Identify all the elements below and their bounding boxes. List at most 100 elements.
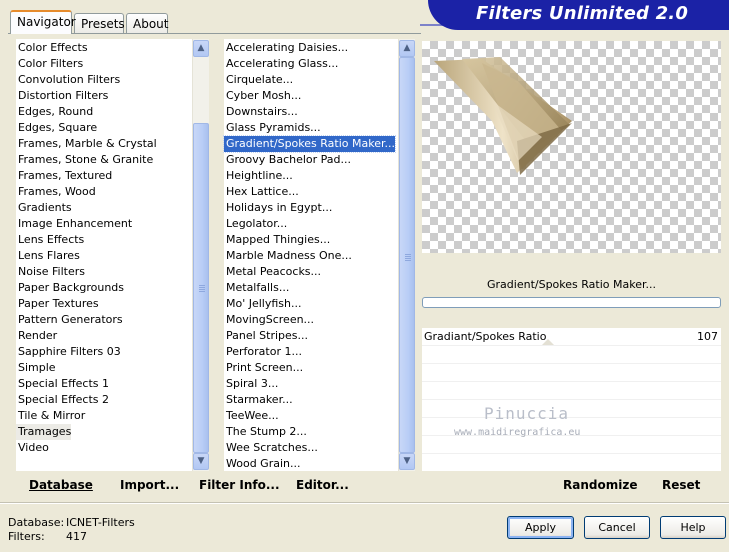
scroll-thumb[interactable] [399, 57, 415, 453]
filter-item[interactable]: Groovy Bachelor Pad... [224, 152, 351, 168]
category-item[interactable]: Lens Flares [16, 248, 80, 264]
help-label: Help [680, 521, 706, 534]
filter-item[interactable]: Heightline... [224, 168, 293, 184]
category-item[interactable]: Simple [16, 360, 56, 376]
filters-count-label: Filters: [8, 530, 45, 543]
watermark-name: Pinuccia [484, 404, 570, 423]
filter-scrollbar[interactable]: ▲ ▼ [398, 39, 415, 471]
database-status-label: Database: [8, 516, 65, 529]
filter-item[interactable]: Perforator 1... [224, 344, 302, 360]
param-row-empty [422, 382, 721, 400]
slider-marker-icon[interactable] [542, 339, 554, 345]
filter-item[interactable]: Downstairs... [224, 104, 298, 120]
filter-item[interactable]: Print Screen... [224, 360, 303, 376]
filter-item[interactable]: Metal Peacocks... [224, 264, 321, 280]
category-item[interactable]: Video [16, 440, 49, 456]
tab-presets[interactable]: Presets [74, 13, 125, 33]
filter-item[interactable]: Wee Scratches... [224, 440, 318, 456]
category-item[interactable]: Convolution Filters [16, 72, 120, 88]
cancel-label: Cancel [598, 521, 636, 534]
app-title: Filters Unlimited 2.0 [476, 3, 689, 24]
category-item[interactable]: Noise Filters [16, 264, 85, 280]
filter-item[interactable]: Wood Grain... [224, 456, 300, 472]
category-item[interactable]: Tramages [16, 424, 72, 440]
chevron-up-icon: ▲ [403, 43, 411, 53]
help-button[interactable]: Help [660, 516, 726, 539]
filter-item[interactable]: Starmaker... [224, 392, 293, 408]
category-item[interactable]: Distortion Filters [16, 88, 108, 104]
filter-item[interactable]: Cirquelate... [224, 72, 293, 88]
filter-item[interactable]: Metalfalls... [224, 280, 289, 296]
scroll-down-button[interactable]: ▼ [399, 453, 415, 470]
tab-presets-label: Presets [81, 17, 125, 31]
scroll-down-button[interactable]: ▼ [193, 453, 209, 470]
category-list[interactable]: Color Effects Color Filters Convolution Fi… [16, 39, 192, 471]
reset-button[interactable]: Reset [662, 478, 700, 492]
param-row-empty [422, 364, 721, 382]
category-item[interactable]: Frames, Stone & Granite [16, 152, 153, 168]
filter-item[interactable]: Marble Madness One... [224, 248, 352, 264]
category-item[interactable]: Frames, Wood [16, 184, 96, 200]
scroll-up-button[interactable]: ▲ [193, 40, 209, 57]
filter-item[interactable]: Cyber Mosh... [224, 88, 301, 104]
category-item[interactable]: Gradients [16, 200, 72, 216]
filter-item[interactable]: Accelerating Glass... [224, 56, 338, 72]
import-label: Import... [120, 478, 180, 492]
category-item[interactable]: Frames, Textured [16, 168, 112, 184]
category-item[interactable]: Tile & Mirror [16, 408, 85, 424]
param-label: Gradiant/Spokes Ratio [424, 330, 547, 343]
category-item[interactable]: Frames, Marble & Crystal [16, 136, 157, 152]
progress-bar [422, 297, 721, 308]
filter-item[interactable]: Panel Stripes... [224, 328, 308, 344]
chevron-up-icon: ▲ [197, 43, 205, 53]
parameter-panel: Gradiant/Spokes Ratio 107 [422, 328, 721, 471]
filter-item[interactable]: Mo' Jellyfish... [224, 296, 302, 312]
filter-item[interactable]: Spiral 3... [224, 376, 278, 392]
category-item[interactable]: Image Enhancement [16, 216, 132, 232]
filter-item[interactable]: Accelerating Daisies... [224, 40, 348, 56]
category-item[interactable]: Render [16, 328, 57, 344]
category-item[interactable]: Lens Effects [16, 232, 84, 248]
apply-button[interactable]: Apply [507, 516, 574, 539]
preview-canvas[interactable] [422, 41, 721, 253]
category-item[interactable]: Color Filters [16, 56, 83, 72]
category-scrollbar[interactable]: ▲ ▼ [192, 39, 209, 471]
filter-item[interactable]: TeeWee... [224, 408, 279, 424]
randomize-button[interactable]: Randomize [563, 478, 637, 492]
category-item[interactable]: Special Effects 1 [16, 376, 109, 392]
watermark-url: www.maidiregrafica.eu [454, 427, 581, 438]
category-item[interactable]: Special Effects 2 [16, 392, 109, 408]
category-item[interactable]: Sapphire Filters 03 [16, 344, 121, 360]
filter-item[interactable]: Holidays in Egypt... [224, 200, 332, 216]
scroll-up-button[interactable]: ▲ [399, 40, 415, 57]
filter-item[interactable]: Glass Pyramids... [224, 120, 321, 136]
filter-item[interactable]: The Stump 2... [224, 424, 307, 440]
category-item[interactable]: Paper Textures [16, 296, 99, 312]
filter-item[interactable]: MovingScreen... [224, 312, 314, 328]
filter-item[interactable]: Mapped Thingies... [224, 232, 330, 248]
tab-navigator[interactable]: Navigator [10, 10, 76, 34]
filter-item[interactable]: Gradient/Spokes Ratio Maker... [223, 135, 396, 153]
filter-item[interactable]: Legolator... [224, 216, 287, 232]
scroll-thumb[interactable] [193, 123, 209, 453]
tab-about[interactable]: About [126, 13, 168, 33]
editor-button[interactable]: Editor... [296, 478, 349, 492]
tab-navigator-label: Navigator [17, 15, 76, 29]
param-value: 107 [697, 330, 718, 343]
database-button[interactable]: Database [29, 478, 93, 492]
param-row-empty [422, 436, 721, 454]
reset-label: Reset [662, 478, 701, 492]
category-item[interactable]: Paper Backgrounds [16, 280, 124, 296]
param-row[interactable]: Gradiant/Spokes Ratio 107 [422, 328, 721, 346]
category-item[interactable]: Edges, Square [16, 120, 97, 136]
import-button[interactable]: Import... [120, 478, 179, 492]
cancel-button[interactable]: Cancel [584, 516, 650, 539]
chevron-down-icon: ▼ [403, 456, 411, 466]
filter-info-button[interactable]: Filter Info... [199, 478, 280, 492]
param-row-empty [422, 454, 721, 472]
category-item[interactable]: Pattern Generators [16, 312, 123, 328]
category-item[interactable]: Edges, Round [16, 104, 93, 120]
category-item[interactable]: Color Effects [16, 40, 88, 56]
filter-list[interactable]: Accelerating Daisies... Accelerating Glas… [223, 39, 398, 472]
filter-item[interactable]: Hex Lattice... [224, 184, 299, 200]
